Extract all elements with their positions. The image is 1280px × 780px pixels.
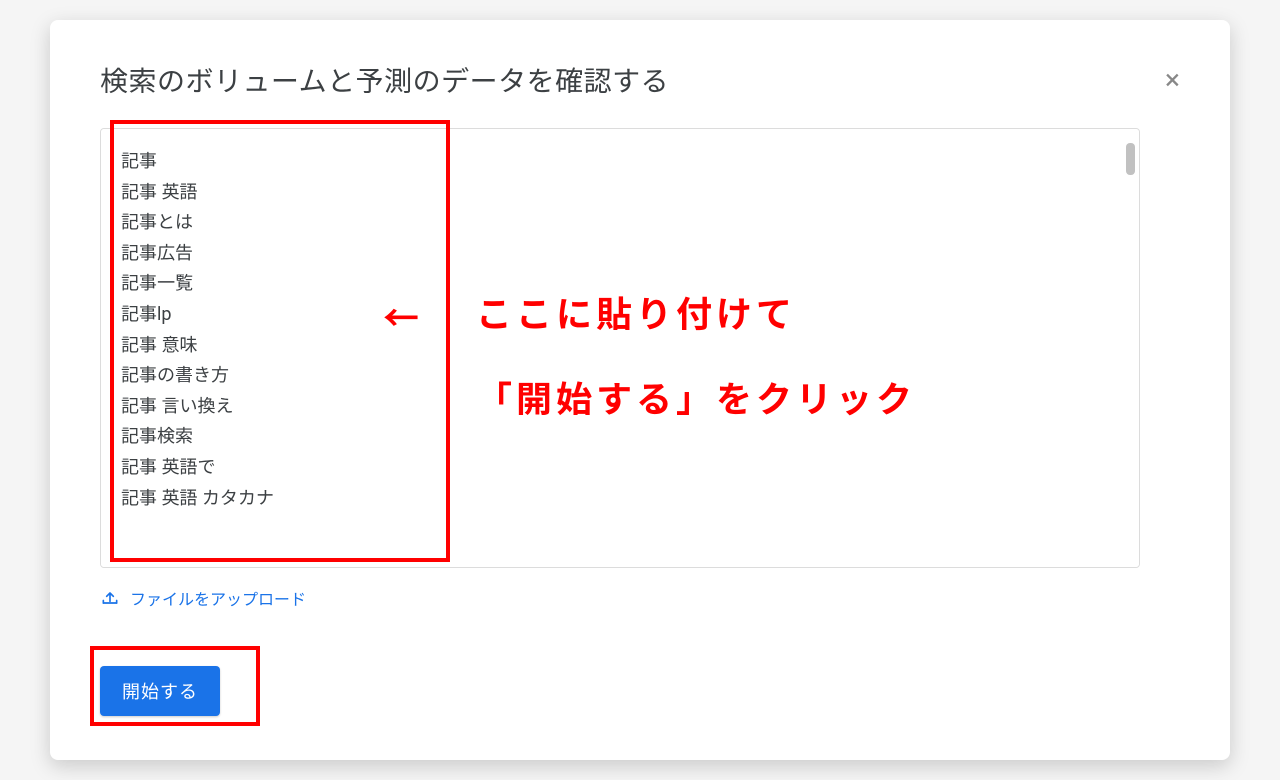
upload-file-link[interactable]: ファイルをアップロード [100,586,306,610]
start-button[interactable]: 開始する [100,666,220,716]
scrollbar-thumb[interactable] [1126,143,1135,175]
modal-title: 検索のボリュームと予測のデータを確認する [100,60,669,100]
close-icon[interactable]: × [1165,66,1180,94]
keywords-textarea-container [100,128,1140,568]
modal: 検索のボリュームと予測のデータを確認する × ファイルをアップロード 開始する [50,20,1230,760]
modal-header: 検索のボリュームと予測のデータを確認する × [100,60,1180,100]
keywords-input[interactable] [101,129,1139,567]
upload-icon [100,588,120,608]
upload-file-label: ファイルをアップロード [130,586,306,610]
